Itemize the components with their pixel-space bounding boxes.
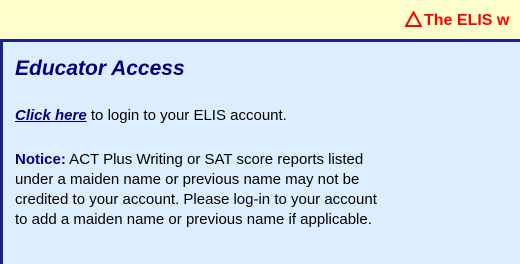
login-line: Click here to login to your ELIS account…	[15, 106, 287, 126]
warning-triangle-icon	[404, 10, 423, 33]
notice-line-2: under a maiden name or previous name may…	[15, 171, 360, 188]
notice-label: Notice:	[15, 151, 66, 168]
alert-message: The ELIS w	[404, 10, 510, 33]
page: The ELIS w Educator Access Click here to…	[0, 0, 520, 264]
panel-title: Educator Access	[15, 57, 185, 80]
alert-text: The ELIS w	[424, 12, 510, 29]
login-link[interactable]: Click here	[15, 107, 87, 124]
alert-banner: The ELIS w	[0, 0, 520, 42]
notice-text: Notice: ACT Plus Writing or SAT score re…	[15, 150, 377, 230]
notice-line-4: to add a maiden name or previous name if…	[15, 211, 372, 228]
login-text: to login to your ELIS account.	[86, 107, 287, 124]
notice-line-3: credited to your account. Please log-in …	[15, 191, 377, 208]
notice-line-1: Notice: ACT Plus Writing or SAT score re…	[15, 150, 377, 170]
notice-line-1-text: ACT Plus Writing or SAT score reports li…	[65, 151, 364, 168]
educator-access-panel: Educator Access Click here to login to y…	[0, 42, 520, 264]
